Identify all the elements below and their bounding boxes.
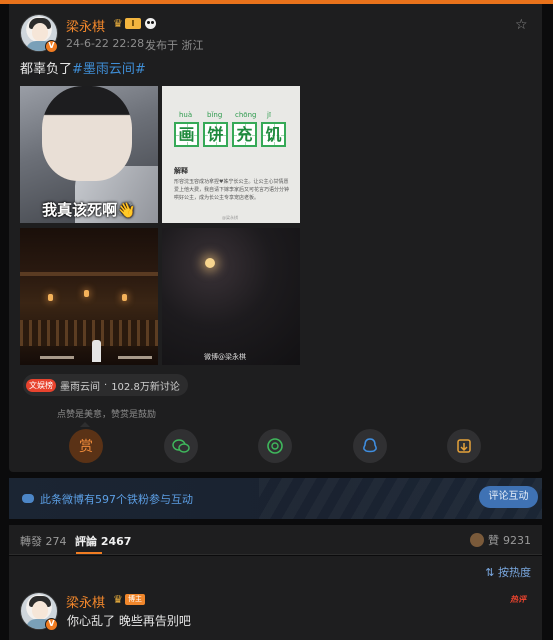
pinyin-4: jī	[267, 111, 271, 119]
sort-by-hot-button[interactable]: ⇅ 按热度	[485, 564, 531, 580]
hanzi-3: 充	[236, 125, 253, 144]
topic-separator: ·	[104, 379, 108, 391]
crown-icon: ♛	[113, 593, 123, 606]
avatar-face	[32, 601, 48, 619]
tab-comments-count: 2467	[100, 535, 132, 548]
fans-icon	[22, 494, 34, 503]
explanation-title: 解释	[174, 167, 188, 175]
hanzi-box-3: 充	[232, 122, 257, 147]
wechat-icon	[172, 439, 190, 453]
tab-likes-count: 9231	[503, 533, 531, 547]
save-image-button[interactable]	[447, 429, 481, 463]
moon-icon	[205, 258, 215, 268]
image-1-head	[42, 86, 132, 181]
sort-icon: ⇅	[485, 566, 495, 579]
avatar-face	[32, 23, 48, 41]
tab-likes[interactable]: 贊 9231	[470, 532, 531, 548]
explanation-body: 形容沈玉容成功拿捏♥姝宁长公主。让公主心甘情愿爱上他大费，我自请下嫁李家后又可花…	[174, 179, 290, 201]
hanzi-2: 饼	[207, 125, 224, 144]
topic-name: 墨雨云间	[60, 381, 100, 393]
reward-icon: 赏	[79, 439, 93, 455]
explanation-source: @梁永棋	[222, 215, 238, 220]
hanzi-4: 饥	[265, 125, 282, 144]
image-3-railing	[20, 320, 158, 346]
post-image-1[interactable]: 我真该死啊👋	[20, 86, 158, 223]
tab-likes-label: 贊	[488, 534, 499, 547]
topic-chip[interactable]: 文娱榜 墨雨云间 · 102.8万新讨论	[23, 374, 188, 396]
tab-repost-count: 274	[45, 535, 67, 548]
reward-button[interactable]: 赏	[69, 429, 103, 463]
post-image-2[interactable]: huà bǐng chōng jī 画 饼 充 饥 解释 形容沈玉容成功拿捏♥姝…	[162, 86, 300, 223]
post-image-3[interactable]	[20, 228, 158, 365]
sort-label: 按热度	[498, 566, 531, 579]
comment-text: 你心乱了 晚些再告别吧	[67, 614, 191, 628]
post-location: 发布于 浙江	[145, 39, 204, 52]
engagement-tabs: 轉發 274 評論 2467 贊 9231	[9, 525, 542, 555]
fans-interaction-banner: 此条微博有597个铁粉参与互动 评论互动	[9, 478, 542, 519]
image-3-bench	[118, 356, 152, 359]
tip-arrow	[80, 422, 90, 427]
topic-stats: 102.8万新讨论	[111, 381, 180, 393]
post-card: V 梁永棋 ♛ Ⅰ 24-6-22 22:28 发布于 浙江 ☆ 都辜负了#墨雨…	[9, 4, 542, 472]
lantern-icon	[48, 294, 53, 301]
comment-list: ⇅ 按热度 热评 V 梁永棋 ♛ 博主 你心乱了 晚些再告别吧	[9, 556, 542, 640]
active-tab-indicator	[76, 552, 102, 554]
image-3-figure	[92, 340, 101, 362]
hanzi-box-4: 饥	[261, 122, 286, 147]
panda-icon	[145, 18, 156, 29]
share-wechat-button[interactable]	[164, 429, 198, 463]
hanzi-box-2: 饼	[203, 122, 228, 147]
crown-icon: ♛	[113, 17, 123, 30]
post-text-body: 都辜负了	[20, 62, 73, 77]
pinyin-1: huà	[179, 111, 193, 119]
image-watermark: 微博@梁永棋	[204, 353, 246, 361]
share-moments-button[interactable]	[258, 429, 292, 463]
hanzi-1: 画	[178, 125, 195, 144]
fan-level-badge: Ⅰ	[125, 18, 141, 29]
pinyin-3: chōng	[235, 111, 257, 119]
image-3-roof	[20, 272, 158, 276]
hot-comment-tag: 热评	[510, 595, 526, 604]
post-image-4[interactable]: 微博@梁永棋	[162, 228, 300, 365]
hanzi-box-1: 画	[174, 122, 199, 147]
image-3-bench	[40, 356, 74, 359]
topic-badge: 文娱榜	[26, 378, 56, 392]
tab-comments-label: 評論	[75, 535, 97, 548]
moments-icon	[267, 438, 283, 454]
fans-text: 此条微博有597个铁粉参与互动	[40, 493, 193, 506]
post-timestamp: 24-6-22 22:28	[66, 37, 145, 50]
favorite-star-icon[interactable]: ☆	[515, 17, 528, 33]
image-1-caption: 我真该死啊👋	[42, 201, 136, 219]
tab-repost[interactable]: 轉發 274	[20, 533, 67, 549]
author-name[interactable]: 梁永棋	[66, 16, 105, 35]
save-image-icon	[457, 439, 471, 453]
tab-comments[interactable]: 評論 2467	[75, 533, 131, 549]
pinyin-2: bǐng	[207, 111, 223, 119]
reward-tip: 点赞是美意，赞赏是鼓励	[57, 410, 157, 420]
lantern-icon	[122, 294, 127, 301]
author-badge: 博主	[125, 594, 145, 605]
comment-interact-button[interactable]: 评论互动	[479, 486, 538, 508]
commenter-verified-icon: V	[45, 618, 58, 631]
share-qq-button[interactable]	[353, 429, 387, 463]
tab-repost-label: 轉發	[20, 535, 42, 548]
verified-icon: V	[45, 40, 58, 53]
hashtag-link[interactable]: #墨雨云间#	[72, 62, 146, 77]
like-avatar-icon	[470, 533, 484, 547]
post-text: 都辜负了#墨雨云间#	[20, 58, 146, 77]
lantern-icon	[84, 290, 89, 297]
qq-icon	[363, 438, 377, 453]
commenter-name[interactable]: 梁永棋	[66, 592, 105, 611]
